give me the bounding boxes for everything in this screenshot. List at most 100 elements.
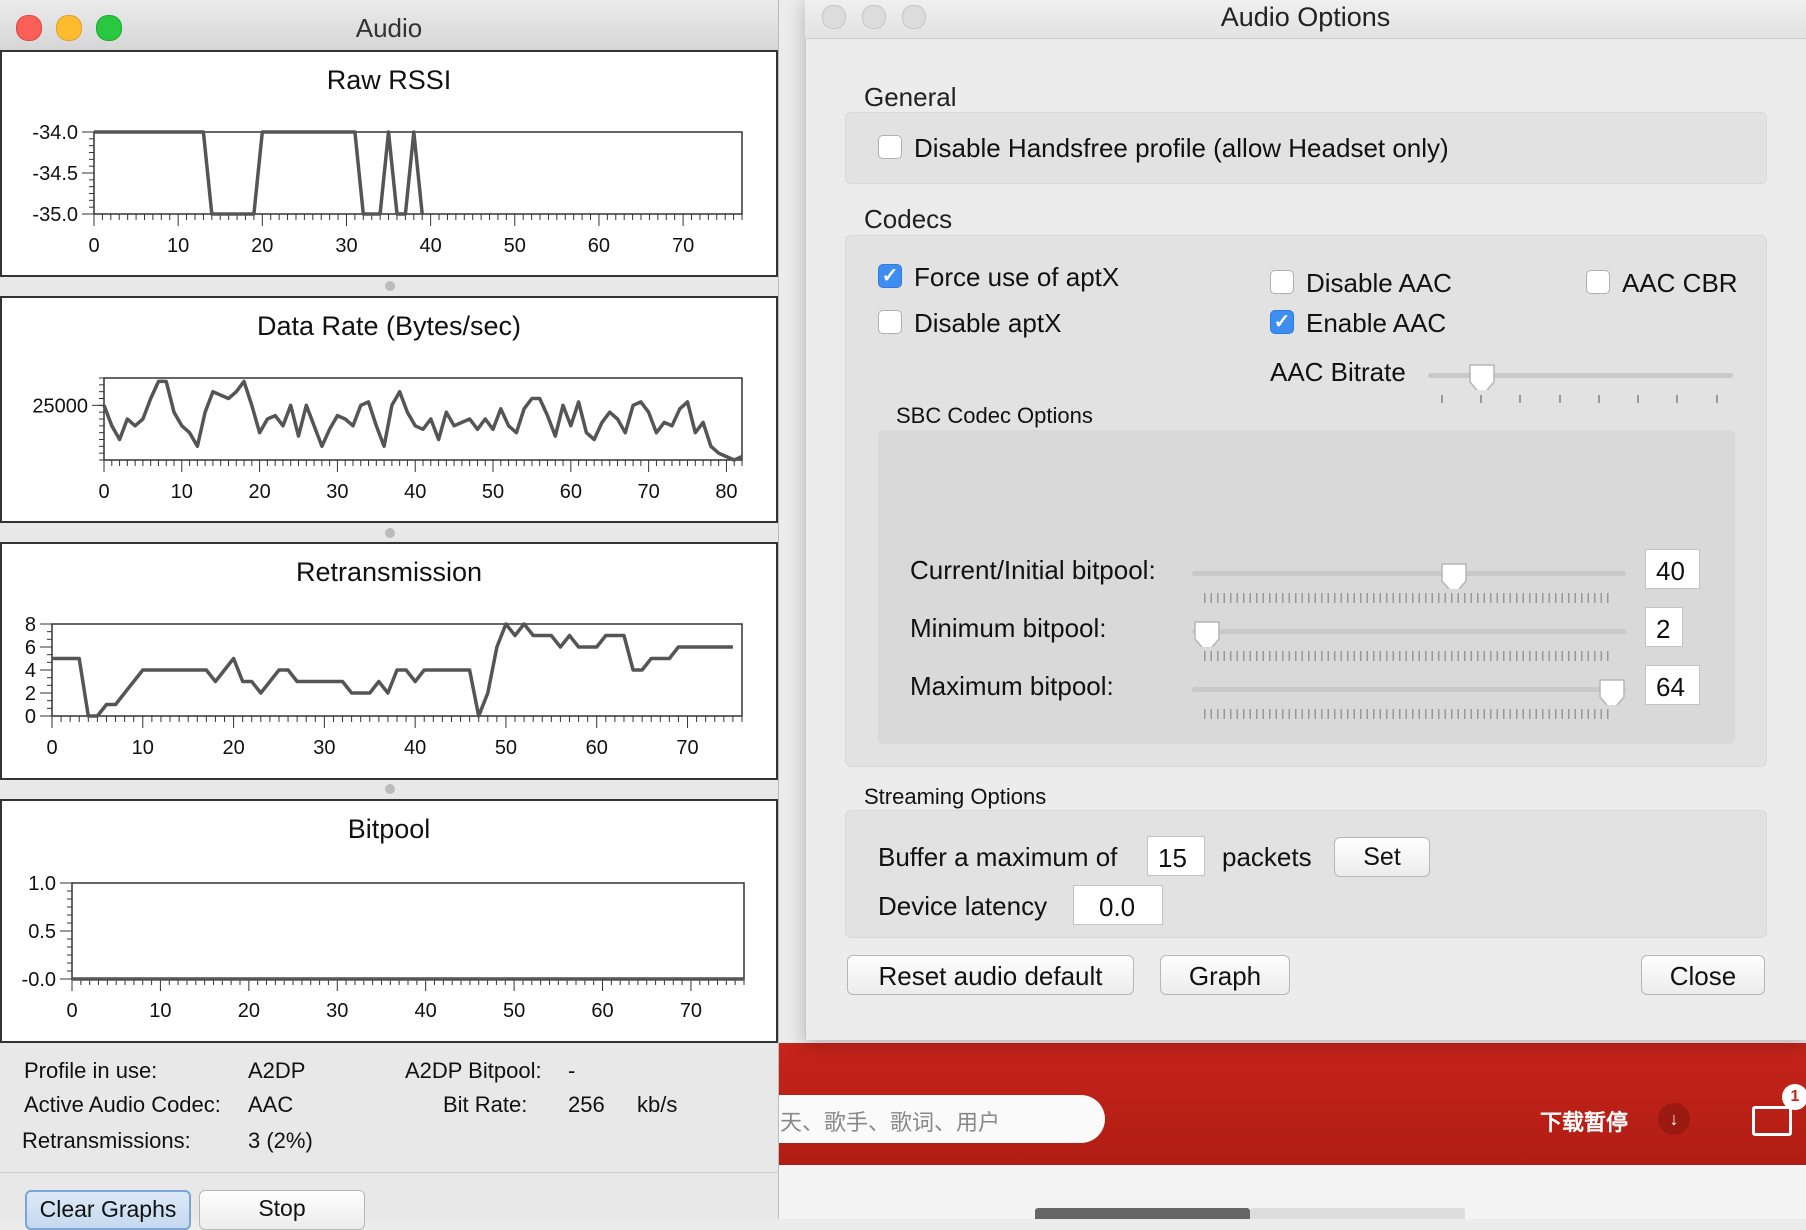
x-tick-label: 70 (680, 1000, 702, 1022)
x-tick-label: 40 (415, 1000, 437, 1022)
clear-graphs-button[interactable]: Clear Graphs (25, 1190, 191, 1230)
disable-aptx-checkbox[interactable] (878, 310, 902, 334)
data-rate-chart: Data Rate (Bytes/sec) 0 10 20 30 40 50 60 70 80 2… (0, 296, 778, 523)
bitrate-label: Bit Rate: (443, 1092, 528, 1117)
y-tick-label: 4 (25, 660, 36, 682)
general-section-label: General (864, 82, 957, 112)
background-tab[interactable] (1250, 1208, 1465, 1219)
current-bitpool-slider-thumb[interactable] (1439, 561, 1469, 589)
retransmissions-label: Retransmissions: (22, 1128, 191, 1153)
current-bitpool-slider[interactable] (1192, 571, 1626, 576)
x-tick-label: 30 (326, 481, 348, 503)
aac-bitrate-slider-thumb[interactable] (1467, 362, 1497, 390)
disable-handsfree-label[interactable]: Disable Handsfree profile (allow Headset… (914, 133, 1449, 164)
bitpool-chart: Bitpool 0 10 20 30 40 50 60 70 1.0 0.5 -0.0 (0, 799, 778, 1043)
y-tick-label: 0.5 (28, 921, 56, 943)
background-search-input[interactable]: 天、歌手、歌词、用户 (725, 1095, 1105, 1143)
minimum-bitpool-slider[interactable] (1192, 629, 1626, 634)
aac-cbr-checkbox[interactable] (1586, 270, 1610, 294)
bitpool-label: A2DP Bitpool: (405, 1058, 542, 1083)
close-button[interactable]: Close (1641, 955, 1765, 995)
download-icon[interactable]: ↓ (1658, 1103, 1690, 1135)
maximum-bitpool-slider-thumb[interactable] (1597, 677, 1627, 705)
y-tick-label: 0 (25, 706, 36, 728)
maximum-bitpool-field[interactable]: 64 (1645, 665, 1700, 705)
y-tick-label: -34.5 (32, 163, 78, 185)
x-tick-label: 60 (591, 1000, 613, 1022)
x-tick-label: 20 (251, 235, 273, 257)
device-latency-label: Device latency (878, 891, 1048, 921)
codec-label: Active Audio Codec: (24, 1092, 221, 1117)
chart-svg: 0 10 20 30 40 50 60 70 -34.0 -34.5 -35.0 (32, 122, 743, 257)
graph-button[interactable]: Graph (1160, 955, 1290, 995)
download-paused-label[interactable]: 下载暂停 (1540, 1105, 1628, 1137)
window-title: Audio (355, 13, 423, 43)
x-tick-label: 30 (313, 737, 335, 759)
set-button[interactable]: Set (1334, 837, 1430, 877)
profile-value: A2DP (248, 1058, 306, 1083)
x-tick-label: 30 (326, 1000, 348, 1022)
aac-cbr-label[interactable]: AAC CBR (1622, 268, 1738, 299)
background-tab-active[interactable] (1035, 1208, 1250, 1219)
x-tick-label: 10 (149, 1000, 171, 1022)
x-tick-label: 70 (676, 737, 698, 759)
split-handle[interactable] (385, 528, 395, 538)
y-tick-label: -0.0 (22, 969, 56, 991)
enable-aac-label[interactable]: Enable AAC (1306, 308, 1446, 339)
buffer-packets-field[interactable]: 15 (1147, 836, 1205, 876)
minimum-bitpool-slider-thumb[interactable] (1192, 619, 1222, 647)
x-tick-label: 60 (560, 481, 582, 503)
retransmissions-value: 3 (2%) (248, 1128, 313, 1153)
y-tick-label: 25000 (32, 395, 88, 417)
maximum-bitpool-tick-marks (1204, 709, 1612, 719)
bitrate-unit: kb/s (637, 1092, 678, 1117)
retransmission-chart: Retransmission 0 10 20 30 40 50 60 70 0 2 4 6 8 (0, 542, 778, 780)
x-tick-label: 0 (66, 1000, 77, 1022)
disable-handsfree-checkbox[interactable] (878, 135, 902, 159)
disable-aac-label[interactable]: Disable AAC (1306, 268, 1452, 299)
split-handle[interactable] (385, 281, 395, 291)
plot-area (71, 882, 745, 980)
minimum-bitpool-field[interactable]: 2 (1645, 607, 1683, 647)
sbc-section-label: SBC Codec Options (896, 403, 1093, 428)
disable-aac-checkbox[interactable] (1270, 270, 1294, 294)
buffer-label: Buffer a maximum of (878, 842, 1118, 872)
divider (0, 1172, 778, 1173)
y-tick-label: -34.0 (32, 122, 78, 144)
device-latency-field[interactable]: 0.0 (1073, 885, 1163, 925)
disable-aptx-label[interactable]: Disable aptX (914, 308, 1061, 339)
chart-svg: 0 10 20 30 40 50 60 7002468 (25, 614, 743, 759)
x-tick-label: 40 (404, 481, 426, 503)
y-tick-label: -35.0 (32, 204, 78, 226)
x-tick-label: 70 (638, 481, 660, 503)
x-tick-label: 0 (46, 737, 57, 759)
current-bitpool-label: Current/Initial bitpool: (910, 555, 1156, 585)
x-tick-label: 60 (588, 235, 610, 257)
x-tick-label: 0 (98, 481, 109, 503)
x-tick-label: 80 (715, 481, 737, 503)
aac-bitrate-label: AAC Bitrate (1270, 357, 1406, 387)
streaming-section-label: Streaming Options (864, 784, 1047, 809)
x-tick-label: 40 (404, 737, 426, 759)
reset-audio-default-button[interactable]: Reset audio default (847, 955, 1134, 995)
y-tick-label: 6 (25, 637, 36, 659)
audio-window: Audio Raw RSSI 0 10 20 30 40 50 60 70 -34.0 -34.5… (0, 0, 779, 1230)
chart-svg: 0 10 20 30 40 50 60 70 1.0 0.5 -0.0 (22, 873, 745, 1022)
y-tick-label: 1.0 (28, 873, 56, 895)
x-tick-label: 20 (238, 1000, 260, 1022)
codecs-section-label: Codecs (864, 204, 953, 234)
maximum-bitpool-slider[interactable] (1192, 687, 1626, 692)
current-bitpool-field[interactable]: 40 (1645, 549, 1700, 589)
force-aptx-checkbox[interactable]: ✓ (878, 264, 902, 288)
mail-icon[interactable] (1752, 1106, 1792, 1136)
split-handle[interactable] (385, 784, 395, 794)
enable-aac-checkbox[interactable]: ✓ (1270, 310, 1294, 334)
notification-badge: 1 (1782, 1084, 1806, 1110)
x-tick-label: 50 (495, 737, 517, 759)
chart-svg: 0 10 20 30 40 50 60 70 80 25000 (32, 377, 743, 503)
force-aptx-label[interactable]: Force use of aptX (914, 262, 1119, 293)
x-tick-label: 50 (503, 1000, 525, 1022)
stop-button[interactable]: Stop (199, 1190, 365, 1230)
codec-value: AAC (248, 1092, 294, 1117)
x-tick-label: 10 (132, 737, 154, 759)
